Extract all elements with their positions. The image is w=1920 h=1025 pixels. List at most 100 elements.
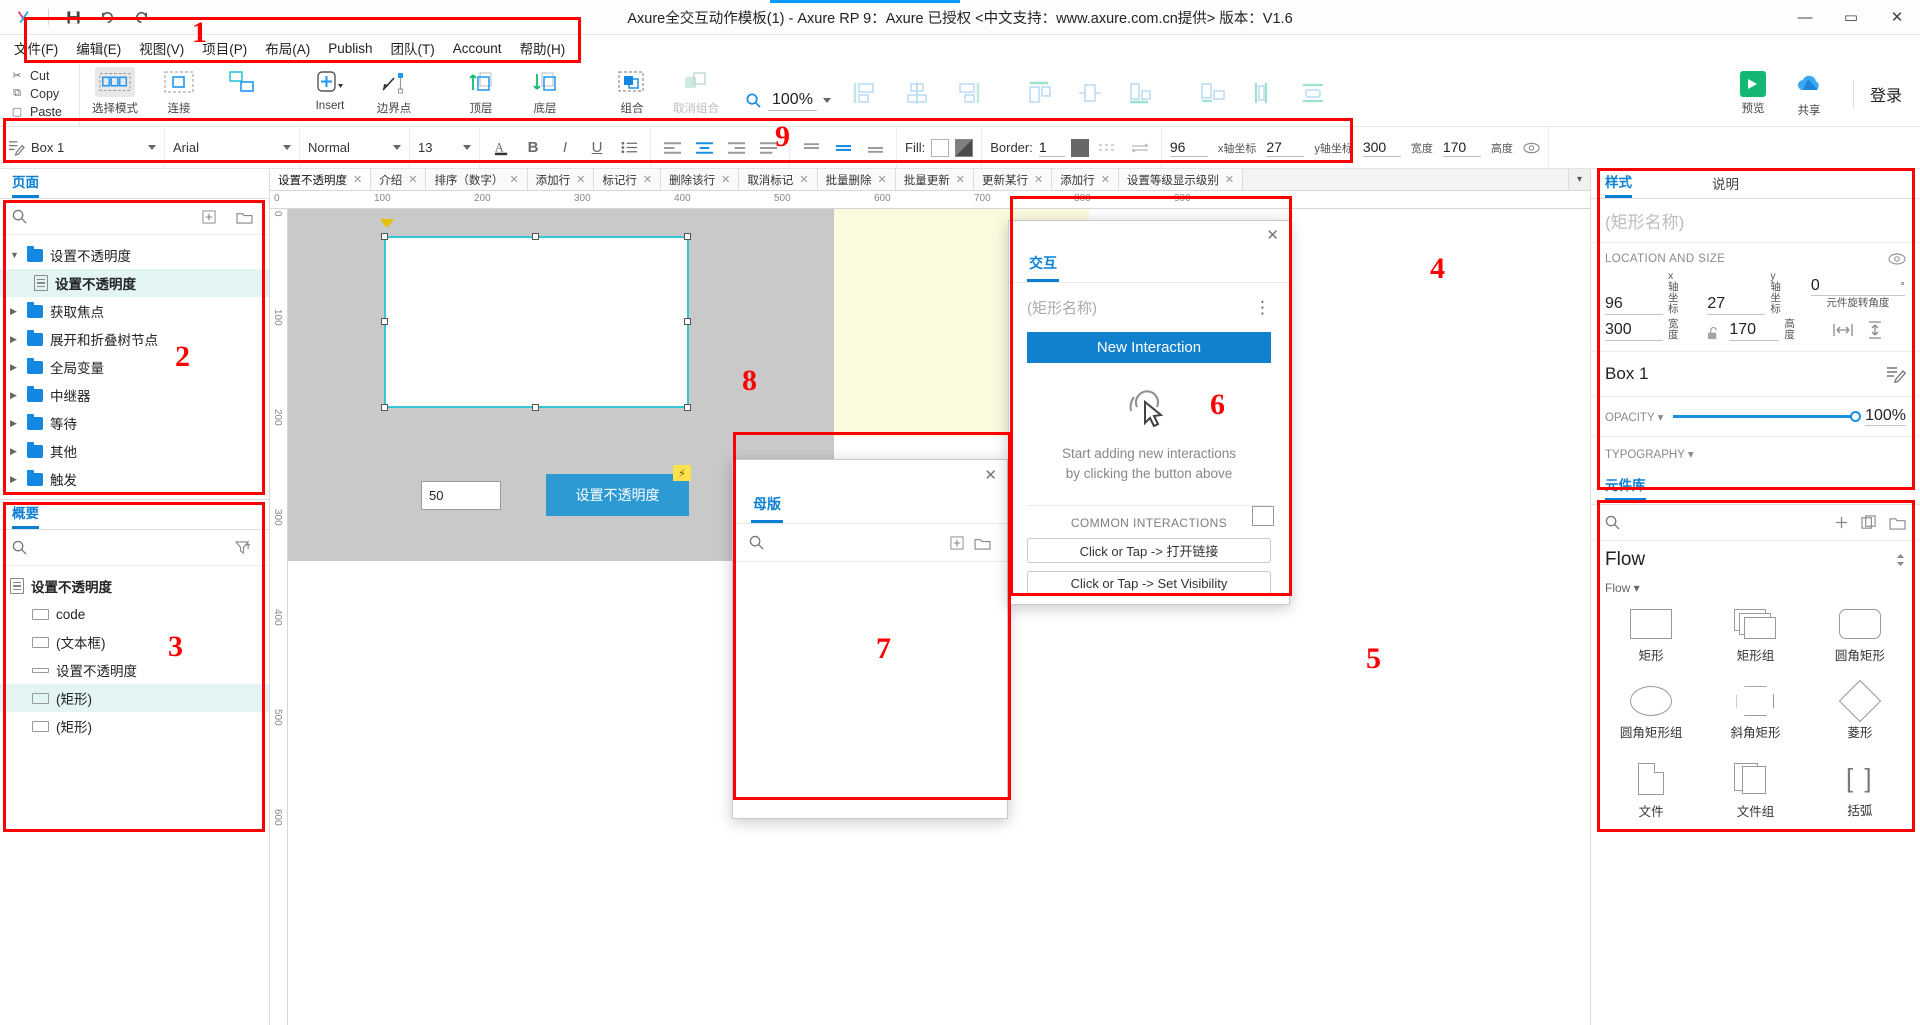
chevron-right-icon[interactable]: ▶ xyxy=(10,446,20,457)
close-icon[interactable]: ✕ xyxy=(1225,173,1234,186)
library-item-rounded-rectangle[interactable]: 圆角矩形 xyxy=(1808,601,1912,672)
align-top-icon[interactable] xyxy=(1026,81,1054,108)
chevron-down-icon[interactable] xyxy=(463,145,471,150)
add-folder-icon[interactable] xyxy=(974,536,991,550)
copy-button[interactable]: ⧉ Copy xyxy=(10,87,79,101)
page-tab[interactable]: 设置不透明度 ✕ xyxy=(270,169,372,190)
menu-item-view[interactable]: 视图(V) xyxy=(139,38,184,58)
add-folder-icon[interactable] xyxy=(236,210,253,224)
search-icon[interactable] xyxy=(12,209,27,224)
close-icon[interactable]: ✕ xyxy=(408,173,417,186)
visibility-eye-icon[interactable] xyxy=(1888,253,1906,265)
widget-name-field[interactable]: Box 1 xyxy=(0,127,165,168)
pages-tree-row[interactable]: ▶ 等待 xyxy=(0,409,269,437)
undo-icon[interactable] xyxy=(97,7,117,27)
pages-tree-row[interactable]: 设置不透明度 xyxy=(0,269,269,297)
menu-item-publish[interactable]: Publish xyxy=(328,41,372,56)
close-icon[interactable]: ✕ xyxy=(353,173,362,186)
kebab-menu-icon[interactable]: ⋮ xyxy=(1254,298,1271,318)
x-input[interactable]: 96 xyxy=(1169,139,1208,157)
tab-outline[interactable]: 概要 xyxy=(12,502,39,529)
edit-style-icon[interactable] xyxy=(1886,365,1906,384)
menu-item-team[interactable]: 团队(T) xyxy=(391,38,435,58)
resize-handle[interactable] xyxy=(381,233,388,240)
distribute-v-icon[interactable] xyxy=(1249,81,1277,108)
library-folder-icon[interactable] xyxy=(1889,516,1906,530)
menu-item-file[interactable]: 文件(F) xyxy=(14,38,58,58)
library-selector[interactable]: Flow xyxy=(1591,541,1920,579)
add-library-icon[interactable] xyxy=(1834,515,1849,530)
page-tab[interactable]: 删除该行 ✕ xyxy=(661,169,740,190)
pages-tree-row[interactable]: ▶ 其他 xyxy=(0,437,269,465)
border-style-icon[interactable] xyxy=(1095,135,1121,161)
search-icon[interactable] xyxy=(1605,515,1620,530)
height-input[interactable]: 170 xyxy=(1442,139,1481,157)
bold-icon[interactable]: B xyxy=(520,135,546,161)
pages-tree-row[interactable]: ▶ 中继器 xyxy=(0,381,269,409)
font-family-select[interactable]: Arial xyxy=(165,127,300,168)
page-tab[interactable]: 取消标记 ✕ xyxy=(739,169,818,190)
chevron-down-icon[interactable] xyxy=(393,145,401,150)
interaction-widget-name-field[interactable]: (矩形名称) ⋮ xyxy=(1009,283,1289,328)
snap-button[interactable] xyxy=(216,67,270,97)
fill-gradient-swatch[interactable] xyxy=(955,138,974,157)
outline-row[interactable]: 设置不透明度 xyxy=(0,572,269,600)
opacity-value-textbox[interactable]: 50 xyxy=(421,481,501,510)
menu-item-project[interactable]: 项目(P) xyxy=(202,38,247,58)
close-button[interactable]: ✕ xyxy=(1874,0,1920,35)
login-button[interactable]: 登录 xyxy=(1870,82,1902,106)
align-center-icon[interactable] xyxy=(691,135,717,161)
page-tabs-overflow-button[interactable]: ▾ xyxy=(1568,169,1590,190)
height-field[interactable]: 170 高度 xyxy=(1707,319,1803,342)
search-icon[interactable] xyxy=(12,540,27,555)
resize-handle[interactable] xyxy=(532,233,539,240)
fill-color-swatch[interactable] xyxy=(931,138,950,157)
align-right-icon[interactable] xyxy=(723,135,749,161)
tab-pages[interactable]: 页面 xyxy=(12,171,39,198)
close-icon[interactable]: ✕ xyxy=(956,173,965,186)
valign-middle-icon[interactable] xyxy=(830,135,856,161)
close-icon[interactable]: ✕ xyxy=(1101,173,1110,186)
close-icon[interactable]: ✕ xyxy=(1034,173,1043,186)
page-tab[interactable]: 介绍 ✕ xyxy=(371,169,427,190)
preview-button[interactable]: 预览 xyxy=(1725,71,1781,116)
bullet-list-icon[interactable] xyxy=(616,135,642,161)
chevron-down-icon[interactable]: ▼ xyxy=(10,250,20,260)
send-back-button[interactable]: 底层 xyxy=(518,67,572,116)
chevron-right-icon[interactable]: ▶ xyxy=(10,418,20,429)
tab-notes[interactable]: 说明 xyxy=(1712,173,1739,198)
flip-horizontal-icon[interactable] xyxy=(1833,321,1853,339)
select-mode-button[interactable]: 选择模式 xyxy=(88,67,142,116)
resize-handle[interactable] xyxy=(381,318,388,325)
duplicate-icon[interactable] xyxy=(1861,515,1877,530)
valign-bottom-icon[interactable] xyxy=(862,135,888,161)
library-item-rectangle-group[interactable]: 矩形组 xyxy=(1703,601,1807,672)
maximize-button[interactable]: ▭ xyxy=(1828,0,1874,35)
group-button[interactable]: 组合 xyxy=(605,67,659,116)
redo-icon[interactable] xyxy=(131,7,151,27)
page-tab[interactable]: 批量删除 ✕ xyxy=(817,169,896,190)
close-icon[interactable]: ✕ xyxy=(643,173,652,186)
chevron-updown-icon[interactable] xyxy=(1895,552,1906,568)
width-input[interactable]: 300 xyxy=(1362,139,1401,157)
lock-open-icon[interactable] xyxy=(1707,326,1720,341)
border-width-input[interactable]: 1 xyxy=(1038,139,1065,157)
chevron-down-icon[interactable] xyxy=(148,145,156,150)
width-field[interactable]: 300 宽度 xyxy=(1605,319,1701,342)
outline-row[interactable]: (矩形) xyxy=(0,712,269,740)
bring-front-button[interactable]: 顶层 xyxy=(454,67,508,116)
menu-item-edit[interactable]: 编辑(E) xyxy=(76,38,121,58)
library-item-file[interactable]: 文件 xyxy=(1599,755,1703,828)
zoom-control[interactable]: 100% xyxy=(731,75,845,126)
distribute-h-icon[interactable] xyxy=(1199,81,1227,108)
chevron-down-icon[interactable] xyxy=(283,145,291,150)
valign-top-icon[interactable] xyxy=(798,135,824,161)
pages-tree-row[interactable]: ▶ 获取焦点 xyxy=(0,297,269,325)
outline-row[interactable]: code xyxy=(0,600,269,628)
align-right-icon[interactable] xyxy=(953,81,981,108)
save-icon[interactable] xyxy=(63,7,83,27)
library-item-file-group[interactable]: 文件组 xyxy=(1703,755,1807,828)
font-color-icon[interactable]: A xyxy=(488,135,514,161)
close-icon[interactable]: ✕ xyxy=(984,466,997,484)
y-field[interactable]: 27 y轴坐标 xyxy=(1707,270,1803,316)
